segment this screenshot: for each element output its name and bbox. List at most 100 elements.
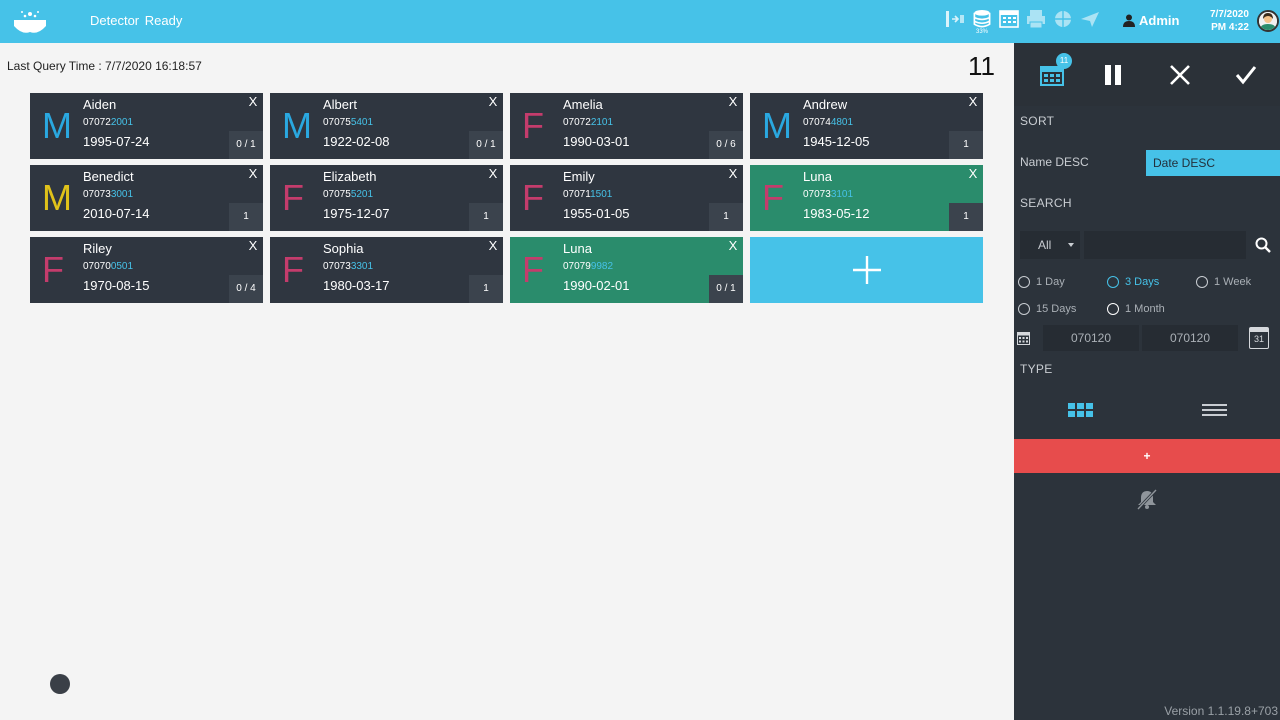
detector-status: Detector Ready [90,13,183,28]
calendar-icon[interactable] [1017,332,1030,345]
avatar[interactable] [1257,10,1279,32]
clock-time: PM 4:22 [1211,22,1249,33]
patient-id-suffix: 1501 [590,189,613,200]
date-from-input[interactable]: 070120 [1043,325,1139,351]
search-button[interactable] [1248,231,1278,259]
range-option[interactable]: 1 Month [1107,303,1165,315]
patient-dob: 1970-08-15 [83,278,150,293]
grid-view-button[interactable] [1061,399,1101,421]
remove-card-button[interactable]: X [483,237,503,255]
patient-card[interactable]: F Elizabeth 070755201 1975-12-07 X 1 [270,165,503,231]
printer-icon[interactable] [1025,9,1047,35]
exam-count: 1 [949,131,983,159]
search-icon [1255,237,1271,253]
gender-initial: M [42,105,72,146]
radio-icon [1018,276,1030,288]
patient-name: Andrew [803,97,848,112]
patient-card[interactable]: F Riley 070700501 1970-08-15 X 0 / 4 [30,237,263,303]
patient-name: Elizabeth [323,169,377,184]
remove-card-button[interactable]: X [483,93,503,111]
send-icon[interactable] [1079,9,1101,35]
pause-button[interactable] [1097,59,1129,91]
patient-id: 070722001 [83,117,133,128]
exam-count: 1 [949,203,983,231]
date-to-input[interactable]: 070120 [1142,325,1238,351]
floating-action-button[interactable] [50,674,70,694]
mute-notifications-icon[interactable] [1135,488,1159,511]
patient-id-prefix: 07072 [83,117,111,128]
remove-card-button[interactable]: X [963,93,983,111]
patient-card[interactable]: M Aiden 070722001 1995-07-24 X 0 / 1 [30,93,263,159]
gender-initial: F [522,105,544,146]
patient-dob: 1995-07-24 [83,134,150,149]
remove-card-button[interactable]: X [243,93,263,111]
search-heading: SEARCH [1020,196,1072,210]
patient-card[interactable]: F Luna 070799982 1990-02-01 X 0 / 1 [510,237,743,303]
patient-id-prefix: 07071 [563,189,591,200]
patient-id-suffix: 2001 [110,117,134,128]
remove-card-button[interactable]: X [723,237,743,255]
remove-card-button[interactable]: X [243,237,263,255]
calendar-picker-button[interactable]: 31 [1249,327,1269,349]
last-query-time: Last Query Time : 7/7/2020 16:18:57 [7,59,202,73]
exam-count: 1 [709,203,743,231]
patient-id: 070700501 [83,261,133,272]
range-label: 15 Days [1036,303,1077,315]
network-icon[interactable] [1052,9,1074,35]
cancel-button[interactable] [1164,59,1196,91]
patient-card[interactable]: F Luna 070733101 1983-05-12 X 1 [750,165,983,231]
patient-card[interactable]: M Albert 070755401 1922-02-08 X 0 / 1 [270,93,503,159]
patient-id-prefix: 07075 [323,117,351,128]
disk-usage: 33% [975,29,988,35]
remove-card-button[interactable]: X [723,165,743,183]
search-scope-select[interactable]: All [1020,231,1080,259]
range-option[interactable]: 3 Days [1107,276,1159,288]
patient-id: 070711501 [563,189,612,200]
range-option[interactable]: 1 Week [1196,276,1251,288]
patient-dob: 2010-07-14 [83,206,150,221]
sort-date-desc[interactable]: Date DESC [1146,150,1280,176]
patient-id-suffix: 3301 [350,261,374,272]
search-row: All [1014,231,1280,259]
detector-signal-icon[interactable] [944,9,966,35]
patient-count: 11 [968,51,995,81]
calendar-day: 31 [1253,334,1264,344]
range-option[interactable]: 15 Days [1018,303,1076,315]
patient-card[interactable]: M Benedict 070733001 2010-07-14 X 1 [30,165,263,231]
patient-name: Benedict [83,169,134,184]
exam-count: 1 [469,203,503,231]
patient-name: Luna [803,169,832,184]
patient-card[interactable]: F Sophia 070733301 1980-03-17 X 1 [270,237,503,303]
patient-card[interactable]: F Emily 070711501 1955-01-05 X 1 [510,165,743,231]
patient-card[interactable]: F Amelia 070722101 1990-03-01 X 0 / 6 [510,93,743,159]
sort-name-desc[interactable]: Name DESC [1020,155,1089,169]
search-input[interactable] [1084,231,1246,259]
list-view-button[interactable] [1195,399,1235,421]
add-patient-button[interactable] [750,237,983,303]
patient-name: Riley [83,241,112,256]
remove-card-button[interactable]: X [963,165,983,183]
patient-name: Albert [323,97,357,112]
patient-dob: 1983-05-12 [803,206,870,221]
database-icon[interactable]: 33% [971,9,993,35]
clock: 7/7/2020 PM 4:22 [1210,8,1249,34]
patient-card[interactable]: M Andrew 070744801 1945-12-05 X 1 [750,93,983,159]
remove-card-button[interactable]: X [483,165,503,183]
range-option[interactable]: 1 Day [1018,276,1065,288]
range-label: 3 Days [1125,276,1160,288]
patient-id-prefix: 07073 [323,261,351,272]
emergency-add-button[interactable]: + [1014,439,1280,473]
confirm-button[interactable] [1230,59,1262,91]
remove-card-button[interactable]: X [243,165,263,183]
remove-card-button[interactable]: X [723,93,743,111]
current-user[interactable]: Admin [1123,13,1179,28]
patient-id-prefix: 07075 [323,189,351,200]
gender-initial: F [522,177,544,218]
patient-id-suffix: 5201 [350,189,374,200]
filter-panel: 11 SORT Name DESC Date DESC SEARCH All 1… [1014,43,1280,720]
status-icons: 33% [944,9,1101,35]
patient-id-suffix: 3101 [830,189,854,200]
calendar-grid-icon[interactable] [998,9,1020,35]
exam-count: 0 / 1 [709,275,743,303]
patient-id: 070755401 [323,117,373,128]
